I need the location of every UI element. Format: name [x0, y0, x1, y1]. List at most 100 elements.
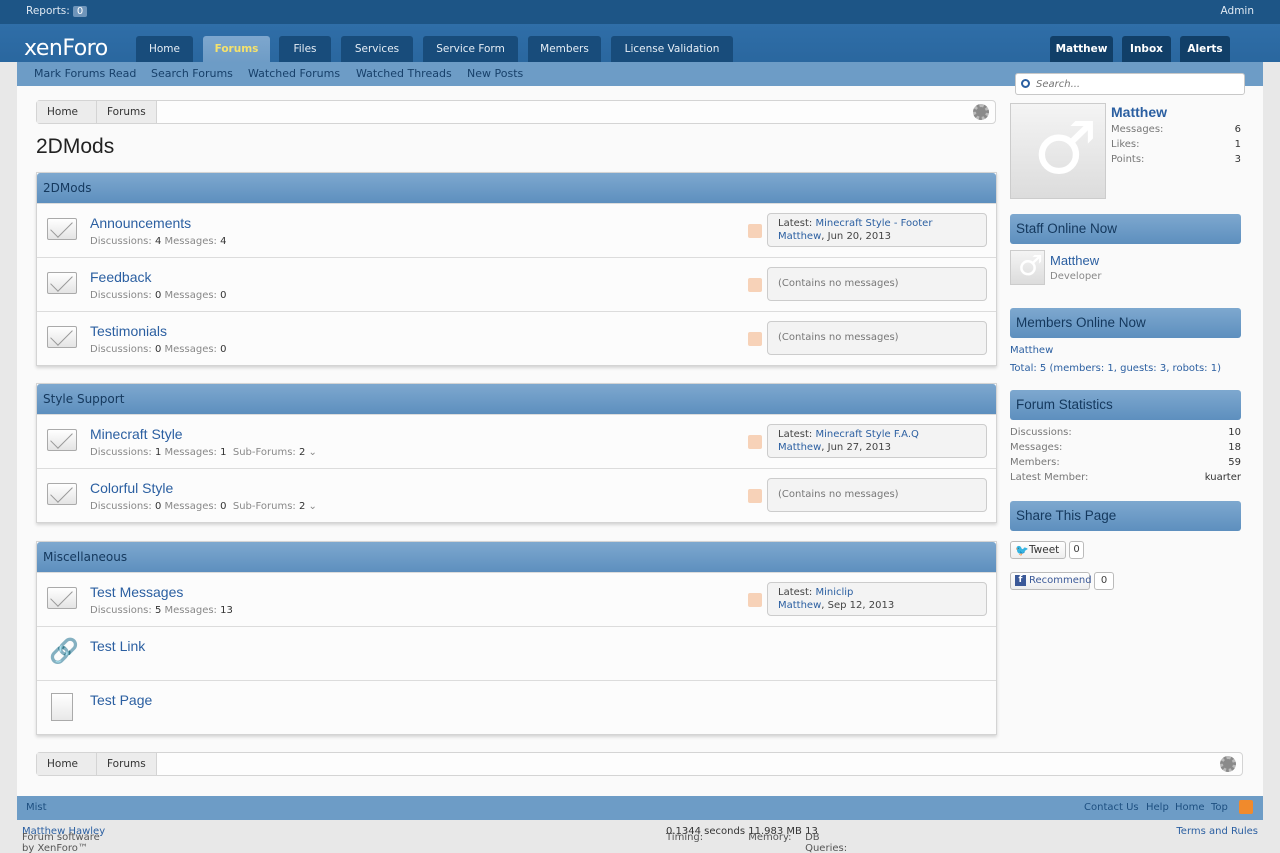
- visitor-name[interactable]: Matthew: [1111, 104, 1167, 120]
- node-title[interactable]: Feedback: [90, 269, 151, 285]
- visitor-messages: Messages: 6: [1111, 124, 1241, 135]
- rss-icon[interactable]: [748, 278, 762, 292]
- staff-online-title: Staff Online Now: [1010, 214, 1241, 244]
- last-post-title[interactable]: Miniclip: [815, 587, 853, 598]
- page-icon: [51, 693, 73, 721]
- rss-icon[interactable]: [748, 489, 762, 503]
- share-title: Share This Page: [1010, 501, 1241, 531]
- envelope-icon: [47, 218, 77, 240]
- page-title: 2DMods: [36, 135, 115, 158]
- forum-statistics-block: Forum Statistics: [1010, 390, 1241, 420]
- node-row: Announcements Discussions: 4 Messages: 4…: [37, 203, 996, 257]
- top-link[interactable]: Top: [1211, 802, 1228, 813]
- stat-latest-member: Latest Member: kuarter: [1010, 472, 1241, 483]
- tab-files[interactable]: Files: [279, 36, 331, 62]
- node-title[interactable]: Minecraft Style: [90, 426, 183, 442]
- node-title[interactable]: Testimonials: [90, 323, 167, 339]
- last-post: Latest: Minecraft Style - Footer Matthew,…: [767, 213, 987, 247]
- online-total: Total: 5 (members: 1, guests: 3, robots:…: [1010, 363, 1221, 374]
- breadcrumb-forums[interactable]: Forums: [97, 101, 157, 123]
- tab-forums[interactable]: Forums: [203, 36, 270, 62]
- facebook-icon: f: [1015, 575, 1026, 586]
- visitor-tab-inbox[interactable]: Inbox: [1122, 36, 1171, 62]
- online-member-link[interactable]: Matthew: [1010, 345, 1053, 356]
- search-forums-link[interactable]: Search Forums: [151, 67, 233, 80]
- category-block: 2DMods Announcements Discussions: 4 Mess…: [36, 172, 997, 366]
- admin-link[interactable]: Admin: [1221, 5, 1254, 17]
- envelope-icon: [47, 483, 77, 505]
- breadcrumb: Home Forums: [36, 100, 996, 124]
- node-stats: Discussions: 0 Messages: 0: [90, 290, 227, 301]
- recommend-button[interactable]: f Recommend: [1010, 572, 1092, 590]
- category-title[interactable]: Miscellaneous: [37, 542, 996, 572]
- node-title[interactable]: Colorful Style: [90, 480, 173, 496]
- node-row: Colorful Style Discussions: 0 Messages: …: [37, 468, 996, 522]
- watched-threads-link[interactable]: Watched Threads: [356, 67, 452, 80]
- chevron-down-icon[interactable]: ⌄: [309, 501, 317, 512]
- node-title[interactable]: Test Messages: [90, 584, 183, 600]
- last-post-title[interactable]: Minecraft Style F.A.Q: [815, 429, 918, 440]
- search-icon: [1021, 79, 1030, 88]
- style-chooser-link[interactable]: Mist: [26, 802, 47, 813]
- rss-icon[interactable]: [1239, 800, 1253, 814]
- search-box: [1015, 73, 1245, 95]
- watched-forums-link[interactable]: Watched Forums: [248, 67, 340, 80]
- node-row: Test Page: [37, 680, 996, 734]
- gear-icon[interactable]: [1220, 756, 1236, 772]
- staff-name[interactable]: Matthew: [1050, 253, 1099, 268]
- contact-us-link[interactable]: Contact Us: [1084, 802, 1139, 813]
- help-link[interactable]: Help: [1146, 802, 1169, 813]
- tab-license-validation[interactable]: License Validation: [611, 36, 733, 62]
- stat-discussions: Discussions: 10: [1010, 427, 1241, 438]
- rss-icon[interactable]: [748, 593, 762, 607]
- recommend-count: 0: [1094, 572, 1114, 590]
- node-row: Test Messages Discussions: 5 Messages: 1…: [37, 572, 996, 626]
- last-post-user[interactable]: Matthew: [778, 231, 821, 242]
- rss-icon[interactable]: [748, 332, 762, 346]
- visitor-tab-alerts[interactable]: Alerts: [1180, 36, 1230, 62]
- node-title[interactable]: Test Link: [90, 638, 145, 654]
- gear-icon[interactable]: [973, 104, 989, 120]
- node-stats: Discussions: 1 Messages: 1 Sub-Forums: 2…: [90, 447, 317, 458]
- tab-services[interactable]: Services: [341, 36, 413, 62]
- footer-home-link[interactable]: Home: [1175, 802, 1205, 813]
- last-post-empty: (Contains no messages): [767, 267, 987, 301]
- mark-forums-read-link[interactable]: Mark Forums Read: [34, 67, 136, 80]
- tab-service-form[interactable]: Service Form: [423, 36, 518, 62]
- visitor-tab-account[interactable]: Matthew: [1050, 36, 1113, 62]
- tab-members[interactable]: Members: [528, 36, 601, 62]
- staff-avatar[interactable]: ♂: [1010, 250, 1045, 285]
- node-stats: Discussions: 4 Messages: 4: [90, 236, 227, 247]
- link-icon: 🔗: [49, 637, 79, 665]
- node-stats: Discussions: 0 Messages: 0 Sub-Forums: 2…: [90, 501, 317, 512]
- tab-home[interactable]: Home: [136, 36, 193, 62]
- search-input[interactable]: [1036, 76, 1236, 92]
- logo[interactable]: xenForo: [24, 36, 108, 61]
- reports-link[interactable]: Reports: 0: [26, 5, 88, 17]
- last-post-title[interactable]: Minecraft Style - Footer: [815, 218, 932, 229]
- terms-link[interactable]: Terms and Rules: [1176, 826, 1258, 837]
- legal-bar: Forum software by XenForo™ ©2010-2013 Xe…: [0, 820, 1280, 853]
- tweet-count: 0: [1069, 541, 1084, 559]
- breadcrumb-forums[interactable]: Forums: [97, 753, 157, 775]
- rss-icon[interactable]: [748, 435, 762, 449]
- breadcrumb-home[interactable]: Home: [37, 101, 97, 123]
- node-title[interactable]: Test Page: [90, 692, 152, 708]
- breadcrumb-home[interactable]: Home: [37, 753, 97, 775]
- staff-online-block: Staff Online Now: [1010, 214, 1241, 244]
- members-online-title: Members Online Now: [1010, 308, 1241, 338]
- category-title[interactable]: Style Support: [37, 384, 996, 414]
- last-post-user[interactable]: Matthew: [778, 442, 821, 453]
- top-bar: Reports: 0 Admin: [0, 0, 1280, 24]
- male-icon: ♂: [1018, 250, 1044, 282]
- category-title[interactable]: 2DMods: [37, 173, 996, 203]
- node-title[interactable]: Announcements: [90, 215, 191, 231]
- tweet-button[interactable]: 🐦 Tweet: [1010, 541, 1066, 559]
- new-posts-link[interactable]: New Posts: [467, 67, 523, 80]
- last-post-user[interactable]: Matthew: [778, 600, 821, 611]
- latest-member-link[interactable]: kuarter: [1205, 472, 1241, 483]
- chevron-down-icon[interactable]: ⌄: [309, 447, 317, 458]
- last-post-empty: (Contains no messages): [767, 478, 987, 512]
- avatar[interactable]: ♂: [1010, 103, 1106, 199]
- rss-icon[interactable]: [748, 224, 762, 238]
